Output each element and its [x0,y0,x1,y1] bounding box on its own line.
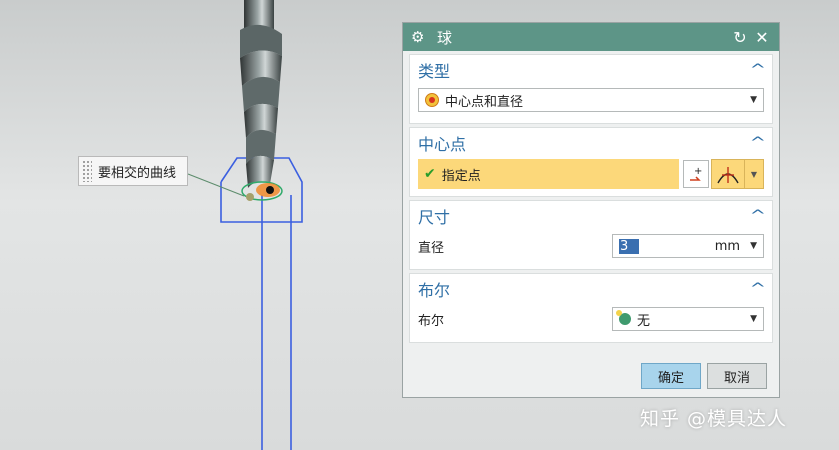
inferred-point-button[interactable] [711,159,745,189]
type-select[interactable]: 中心点和直径 ▼ [418,88,764,112]
section-type-header[interactable]: 类型 ^ [410,55,772,85]
boolean-none-icon [616,310,631,325]
ok-button[interactable]: 确定 [641,363,701,389]
chevron-up-icon[interactable]: ^ [750,208,766,224]
center-diameter-icon [425,93,439,107]
construction-curves [220,157,303,450]
gear-icon: ⚙ [411,28,425,46]
section-size-header[interactable]: 尺寸 ^ [410,201,772,231]
section-type-title: 类型 [418,62,451,81]
section-type: 类型 ^ 中心点和直径 ▼ [409,54,773,124]
section-boolean-header[interactable]: 布尔 ^ [410,274,772,304]
diameter-value[interactable]: 3 [619,238,639,254]
diameter-unit: mm [714,238,741,254]
section-size-title: 尺寸 [418,208,451,227]
section-center-header[interactable]: 中心点 ^ [410,128,772,158]
chevron-up-icon[interactable]: ^ [750,135,766,151]
selection-tooltip: 要相交的曲线 [78,156,188,186]
grip-icon [82,160,92,182]
section-size: 尺寸 ^ 直径 3 mm ▼ [409,200,773,270]
specify-point-field[interactable]: ✔ 指定点 [418,159,679,189]
boolean-row: 布尔 无 ▼ [410,304,772,342]
dropdown-arrow-icon[interactable]: ▼ [750,241,757,251]
point-dialog-icon: + [690,166,702,181]
section-center-title: 中心点 [418,135,467,154]
diameter-input[interactable]: 3 mm ▼ [612,234,764,258]
tooltip-text: 要相交的曲线 [98,165,177,181]
specify-point-label: 指定点 [441,168,481,184]
section-boolean: 布尔 ^ 布尔 无 ▼ [409,273,773,343]
boolean-select[interactable]: 无 ▼ [612,307,764,331]
diameter-label: 直径 [418,240,445,256]
chevron-up-icon[interactable]: ^ [750,62,766,78]
dropdown-arrow-icon: ▼ [750,95,757,105]
check-icon: ✔ [424,166,436,182]
section-boolean-title: 布尔 [418,281,451,300]
dropdown-arrow-icon: ▼ [750,314,757,324]
chevron-up-icon[interactable]: ^ [750,281,766,297]
point-dialog-button[interactable]: + [683,160,709,188]
point-row: ✔ 指定点 + ▼ [410,158,772,196]
svg-text:+: + [694,166,702,177]
dialog-title: 球 [437,28,453,47]
reset-icon[interactable]: ↻ [731,28,749,47]
arc-center-icon [717,167,739,184]
boolean-select-value: 无 [637,313,651,329]
dialog-buttons: 确定 取消 [641,363,767,389]
boolean-label: 布尔 [418,313,445,329]
point-type-dropdown[interactable]: ▼ [745,159,764,189]
watermark: 知乎 @模具达人 [640,408,788,430]
twisted-part [240,0,282,188]
section-center: 中心点 ^ ✔ 指定点 + ▼ [409,127,773,197]
dialog-titlebar[interactable]: ⚙ 球 ↻ ✕ [403,23,779,51]
type-row: 中心点和直径 ▼ [410,85,772,123]
cancel-button[interactable]: 取消 [707,363,767,389]
close-icon[interactable]: ✕ [753,28,771,47]
diameter-row: 直径 3 mm ▼ [410,231,772,269]
type-select-value: 中心点和直径 [445,94,524,110]
sphere-dialog: ⚙ 球 ↻ ✕ 类型 ^ 中心点和直径 ▼ 中心点 ^ ✔ 指定点 + ▼ 尺寸… [402,22,780,398]
